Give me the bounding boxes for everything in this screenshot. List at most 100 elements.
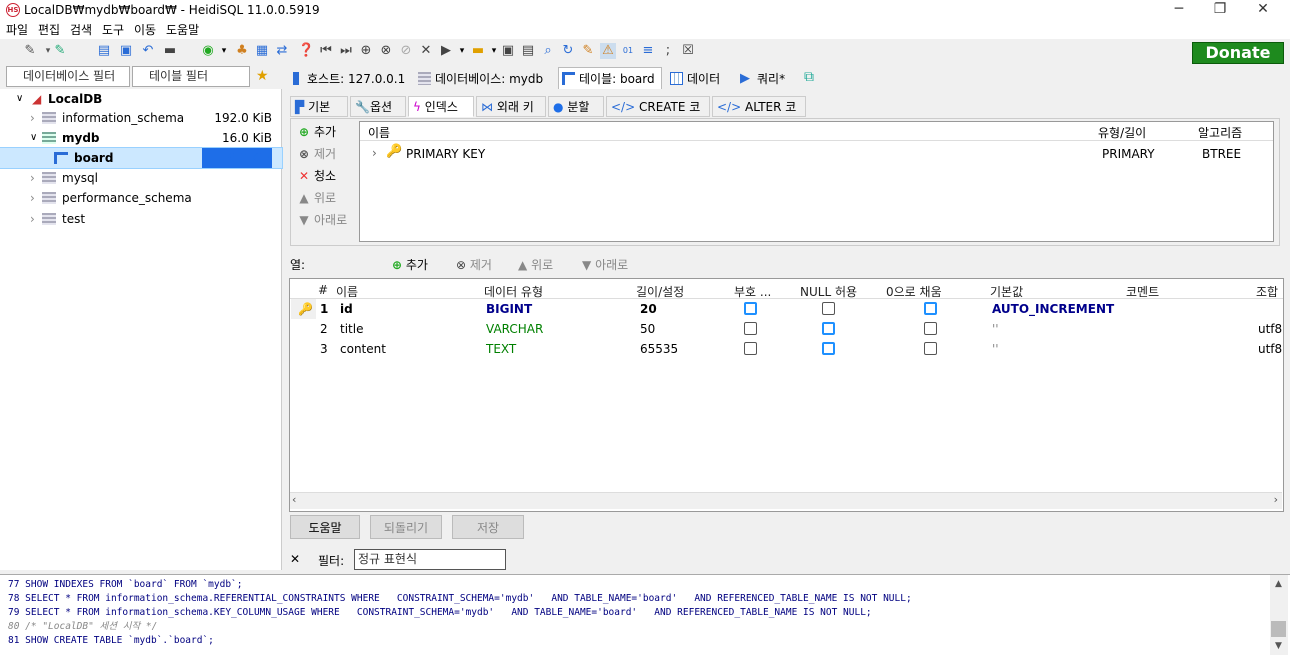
tab-options[interactable]: 🔧옵션 (350, 96, 406, 117)
table-row[interactable]: 3 content TEXT 65535 '' utf8 (316, 339, 1282, 359)
unsigned-checkbox[interactable] (744, 322, 757, 335)
wrap-icon[interactable]: ≡ (640, 43, 656, 59)
zerofill-checkbox[interactable] (924, 302, 937, 315)
column-default[interactable]: '' (992, 319, 999, 339)
table-row[interactable]: 2 title VARCHAR 50 '' utf8 (316, 319, 1282, 339)
tab-create-code[interactable]: </> CREATE 코드 (606, 96, 710, 135)
column-collation[interactable]: utf8 (1258, 339, 1282, 359)
column-header-type[interactable]: 유형/길이 (1098, 124, 1146, 141)
dropdown-icon[interactable]: ▾ (454, 43, 470, 59)
close-filter-icon[interactable]: ✕ (290, 552, 300, 566)
paste-icon[interactable]: ▣ (118, 43, 134, 59)
post-record-icon[interactable]: ⊘ (398, 43, 414, 59)
zerofill-checkbox[interactable] (924, 322, 937, 335)
menu-help[interactable]: 도움말 (166, 21, 199, 38)
minimize-button[interactable]: ─ (1156, 0, 1202, 20)
zerofill-checkbox[interactable] (924, 342, 937, 355)
dropdown-icon[interactable]: ▾ (216, 43, 232, 59)
index-row[interactable]: › 🔑 PRIMARY KEY PRIMARY BTREE (360, 144, 1273, 164)
tab-database[interactable]: 데이터베이스: mydb (414, 67, 552, 89)
tab-host[interactable]: 호스트: 127.0.0.1 (286, 67, 408, 89)
clear-index-button[interactable]: ✕ 청소 (297, 167, 336, 184)
horizontal-scrollbar[interactable]: ‹ › (290, 492, 1282, 509)
copy-icon[interactable]: ▤ (96, 43, 112, 59)
tab-query[interactable]: ▶ 쿼리* (736, 67, 798, 89)
undo-icon[interactable]: ↶ (140, 43, 156, 59)
menu-tools[interactable]: 도구 (102, 21, 124, 38)
remove-index-button[interactable]: ⊗ 제거 (297, 145, 336, 162)
log-scrollbar[interactable]: ▲ ▼ (1270, 575, 1288, 655)
tree-item-performance-schema[interactable]: › performance_schema (0, 188, 282, 208)
close-tab-icon[interactable]: ☒ (680, 43, 696, 59)
scroll-up-icon[interactable]: ▲ (1275, 579, 1282, 589)
chevron-down-icon[interactable]: ∨ (30, 128, 37, 148)
column-header-algorithm[interactable]: 알고리즘 (1198, 124, 1242, 141)
columns-grid[interactable]: # 이름 데이터 유형 길이/설정 부호 ... NULL 허용 0으로 채움 … (289, 278, 1284, 512)
tree-item-information-schema[interactable]: › information_schema 192.0 KiB (0, 108, 282, 128)
tab-table[interactable]: 테이블: board (558, 67, 662, 89)
column-length[interactable]: 50 (640, 319, 655, 339)
tab-data[interactable]: 데이터 (666, 67, 732, 89)
sql-log[interactable]: 77 SHOW INDEXES FROM `board` FROM `mydb`… (0, 574, 1290, 657)
maximize-button[interactable]: ❐ (1197, 0, 1243, 20)
index-grid[interactable]: 이름 유형/길이 알고리즘 › 🔑 PRIMARY KEY PRIMARY BT… (359, 121, 1274, 242)
format-icon[interactable]: ✎ (580, 43, 596, 59)
move-down-index-button[interactable]: ▼ 아래로 (297, 211, 347, 228)
export-icon[interactable]: ⇄ (274, 43, 290, 59)
save-as-icon[interactable]: ▤ (520, 43, 536, 59)
allow-null-checkbox[interactable] (822, 322, 835, 335)
print-icon[interactable]: ▬ (162, 43, 178, 59)
tree-item-mysql[interactable]: › mysql (0, 168, 282, 188)
save-icon[interactable]: ▣ (500, 43, 516, 59)
scroll-left-icon[interactable]: ‹ (292, 493, 296, 506)
users-icon[interactable]: ♣ (234, 43, 250, 59)
chevron-right-icon[interactable]: › (372, 146, 377, 160)
tree-item-test[interactable]: › test (0, 209, 282, 229)
chevron-down-icon[interactable]: ∨ (16, 89, 23, 109)
filter-input[interactable]: 정규 표현식 (354, 549, 506, 570)
move-up-index-button[interactable]: ▲ 위로 (297, 189, 336, 206)
move-down-column-button[interactable]: ▼ 아래로 (582, 256, 628, 273)
search-icon[interactable]: ⌕ (540, 43, 556, 59)
chevron-right-icon[interactable]: › (30, 108, 35, 128)
remove-column-button[interactable]: ⊗ 제거 (456, 256, 492, 273)
menu-search[interactable]: 검색 (70, 21, 92, 38)
connect-icon[interactable]: ✎ (22, 43, 38, 59)
tab-foreign-keys[interactable]: ⋈ 외래 키 (476, 96, 546, 117)
add-column-button[interactable]: ⊕ 추가 (392, 256, 428, 273)
column-type[interactable]: TEXT (486, 339, 516, 359)
column-name[interactable]: id (340, 299, 353, 319)
column-header-number[interactable]: # (318, 283, 328, 297)
column-default[interactable]: '' (992, 339, 999, 359)
replace-icon[interactable]: ↻ (560, 43, 576, 59)
menu-navigate[interactable]: 이동 (134, 21, 156, 38)
scroll-down-icon[interactable]: ▼ (1275, 641, 1282, 651)
menu-edit[interactable]: 편집 (38, 21, 60, 38)
save-button[interactable]: 저장 (452, 515, 524, 539)
unsigned-checkbox[interactable] (744, 302, 757, 315)
close-button[interactable]: ✕ (1240, 0, 1286, 20)
column-type[interactable]: BIGINT (486, 299, 532, 319)
first-record-icon[interactable]: ⏮ (318, 43, 334, 59)
column-length[interactable]: 65535 (640, 339, 678, 359)
help-button[interactable]: 도움말 (290, 515, 360, 539)
delete-record-icon[interactable]: ⊗ (378, 43, 394, 59)
tab-partitions[interactable]: ● 분할 (548, 96, 604, 117)
column-name[interactable]: title (340, 319, 363, 339)
refresh-icon[interactable]: ◉ (200, 43, 216, 59)
move-up-column-button[interactable]: ▲ 위로 (518, 256, 553, 273)
donate-button[interactable]: Donate (1192, 42, 1284, 64)
database-filter-input[interactable]: 데이터베이스 필터 (6, 66, 130, 87)
tab-alter-code[interactable]: </> ALTER 코드 (712, 96, 806, 135)
binary-icon[interactable]: 01 (620, 43, 636, 59)
column-type[interactable]: VARCHAR (486, 319, 543, 339)
disconnect-icon[interactable]: ✎ (52, 43, 68, 59)
tab-indexes[interactable]: ϟ 인덱스 (408, 96, 474, 117)
tree-item-mydb[interactable]: ∨ mydb 16.0 KiB (0, 128, 282, 148)
discard-button[interactable]: 되돌리기 (370, 515, 442, 539)
table-filter-input[interactable]: 테이블 필터 (132, 66, 250, 87)
insert-record-icon[interactable]: ⊕ (358, 43, 374, 59)
allow-null-checkbox[interactable] (822, 342, 835, 355)
scroll-thumb[interactable] (1271, 621, 1286, 637)
cancel-record-icon[interactable]: ✕ (418, 43, 434, 59)
